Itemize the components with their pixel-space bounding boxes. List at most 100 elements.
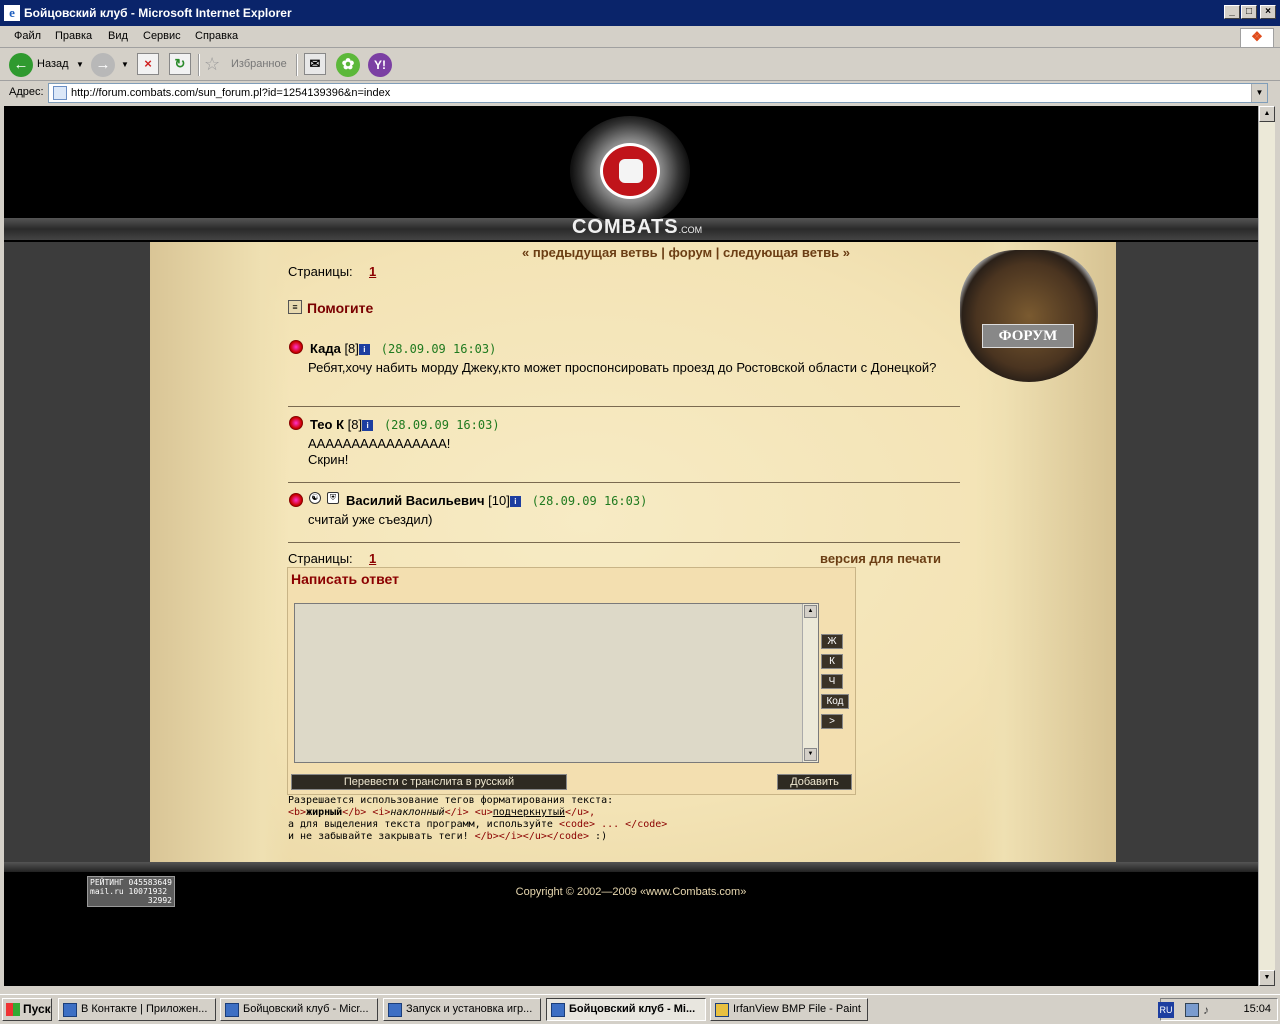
thread-navigation: « предыдущая ветвь | форум | следующая в… xyxy=(522,245,850,260)
stop-icon[interactable]: × xyxy=(137,53,159,75)
windows-logo-icon: ❖ xyxy=(1240,28,1274,48)
page-link-1[interactable]: 1 xyxy=(369,264,376,279)
clock[interactable]: 15:04 xyxy=(1243,1003,1271,1015)
post-text: Скрин! xyxy=(308,452,349,467)
combats-emblem-logo[interactable] xyxy=(570,116,690,226)
post-author[interactable]: Тео К xyxy=(310,417,344,432)
menu-file[interactable]: Файл xyxy=(14,30,41,42)
post-header: Када [8] i (28.09.09 16:03) xyxy=(310,341,496,356)
textarea-scrollbar[interactable]: ▲ ▼ xyxy=(802,604,818,762)
address-url[interactable]: http://forum.combats.com/sun_forum.pl?id… xyxy=(71,87,390,99)
taskbar: Пуск В Контакте | Приложен... Бойцовский… xyxy=(0,994,1280,1024)
system-tray: RU ♪ 15:04 xyxy=(1158,998,1278,1021)
toolbar: ← Назад ▼ → ▼ × ↻ ☆ Избранное ✉ ✿ Y! xyxy=(0,49,1280,81)
alignment-yin-yang-icon: ☯ xyxy=(309,492,321,504)
post-author[interactable]: Василий Васильевич xyxy=(346,493,485,508)
taskbar-item[interactable]: Бойцовский клуб - Micr... xyxy=(220,998,378,1021)
close-button[interactable]: × xyxy=(1260,5,1276,19)
favorites-button-label[interactable]: Избранное xyxy=(231,58,287,70)
toolbar-separator xyxy=(296,54,298,76)
next-thread-link[interactable]: следующая ветвь » xyxy=(723,245,850,260)
tag-code: <u> xyxy=(474,807,493,818)
code-button[interactable]: Код xyxy=(821,694,849,709)
bold-button[interactable]: Ж xyxy=(821,634,843,649)
language-indicator[interactable]: RU xyxy=(1158,1002,1174,1018)
minimize-button[interactable]: _ xyxy=(1224,5,1240,19)
back-arrow-icon[interactable]: ← xyxy=(9,53,33,77)
post-level: [10] xyxy=(488,493,510,508)
forum-link[interactable]: форум xyxy=(669,245,713,260)
scroll-up-icon[interactable]: ▲ xyxy=(804,605,817,618)
help-text: :) xyxy=(589,831,608,842)
mail-icon[interactable]: ✉ xyxy=(304,53,326,75)
post-date: (28.09.09 16:03) xyxy=(380,342,497,356)
post-text: Ребят,хочу набить морду Джеку,кто может … xyxy=(308,360,937,375)
page-icon xyxy=(53,86,67,100)
menu-view[interactable]: Вид xyxy=(108,30,128,42)
post-header: Тео К [8] i (28.09.09 16:03) xyxy=(310,417,500,432)
italic-button[interactable]: К xyxy=(821,654,843,669)
scroll-down-icon[interactable]: ▼ xyxy=(804,748,817,761)
tags-help-line: Разрешается использование тегов форматир… xyxy=(288,795,614,806)
help-text: а для выделения текста программ, использ… xyxy=(288,819,559,830)
taskbar-item[interactable]: В Контакте | Приложен... xyxy=(58,998,216,1021)
post-text: АААААААААААААААА! xyxy=(308,436,451,451)
underline-example: подчеркнутый xyxy=(492,807,565,818)
print-version-link[interactable]: версия для печати xyxy=(820,551,941,566)
back-button-label[interactable]: Назад xyxy=(37,58,69,70)
task-label: Бойцовский клуб - Mi... xyxy=(569,1003,696,1015)
submit-button[interactable]: Добавить xyxy=(777,774,852,790)
page-scrollbar[interactable]: ▲ ▼ xyxy=(1258,106,1275,986)
yahoo-messenger-icon[interactable]: Y! xyxy=(368,53,392,77)
quote-button[interactable]: > xyxy=(821,714,843,729)
forum-sign-emblem: ФОРУМ xyxy=(960,250,1098,382)
start-button[interactable]: Пуск xyxy=(2,998,52,1021)
ie-icon xyxy=(63,1003,77,1017)
volume-icon[interactable]: ♪ xyxy=(1203,1003,1217,1017)
translit-button[interactable]: Перевести с транслита в русский xyxy=(291,774,567,790)
taskbar-item-active[interactable]: Бойцовский клуб - Mi... xyxy=(546,998,706,1021)
tags-help-line: а для выделения текста программ, использ… xyxy=(288,819,667,831)
tag-code: </b></i></u></code> xyxy=(474,831,590,842)
info-icon[interactable]: i xyxy=(358,344,370,355)
forward-dropdown-icon[interactable]: ▼ xyxy=(121,60,129,69)
forward-arrow-icon[interactable]: → xyxy=(91,53,115,77)
combats-brand-logo[interactable]: COMBATS.COM xyxy=(552,216,722,240)
prev-thread-link[interactable]: « предыдущая ветвь xyxy=(522,245,658,260)
info-icon[interactable]: i xyxy=(509,496,521,507)
reply-title: Написать ответ xyxy=(291,571,399,587)
menu-help[interactable]: Справка xyxy=(195,30,238,42)
task-label: Бойцовский клуб - Micr... xyxy=(243,1003,369,1015)
address-input[interactable]: http://forum.combats.com/sun_forum.pl?id… xyxy=(48,83,1268,103)
post-date: (28.09.09 16:03) xyxy=(383,418,500,432)
info-icon[interactable]: i xyxy=(362,420,374,431)
refresh-icon[interactable]: ↻ xyxy=(169,53,191,75)
maximize-button[interactable]: □ xyxy=(1241,5,1257,19)
post-divider xyxy=(288,406,960,407)
window-title: Бойцовский клуб - Microsoft Internet Exp… xyxy=(24,6,292,20)
copyright-text: Copyright © 2002—2009 «www.Combats.com» xyxy=(515,886,747,898)
tag-code: </i> xyxy=(444,807,469,818)
scroll-down-icon[interactable]: ▼ xyxy=(1259,970,1275,986)
page-link-1[interactable]: 1 xyxy=(369,551,376,566)
address-dropdown-icon[interactable]: ▼ xyxy=(1251,84,1267,102)
task-label: В Контакте | Приложен... xyxy=(81,1003,208,1015)
reply-textarea[interactable]: ▲ ▼ xyxy=(294,603,819,763)
taskbar-item[interactable]: IrfanView BMP File - Paint xyxy=(710,998,868,1021)
tag-code: <i> xyxy=(372,807,391,818)
taskbar-item[interactable]: Запуск и установка игр... xyxy=(383,998,541,1021)
scroll-up-icon[interactable]: ▲ xyxy=(1259,106,1275,122)
favorites-star-icon[interactable]: ☆ xyxy=(204,54,220,75)
parchment-left-decoration xyxy=(150,242,290,862)
network-icon[interactable] xyxy=(1185,1003,1199,1017)
back-dropdown-icon[interactable]: ▼ xyxy=(76,60,84,69)
start-label: Пуск xyxy=(23,1002,51,1016)
menu-tools[interactable]: Сервис xyxy=(143,30,181,42)
icq-flower-icon[interactable]: ✿ xyxy=(336,53,360,77)
post-author[interactable]: Када xyxy=(310,341,341,356)
windows-flag-icon xyxy=(6,1003,20,1016)
window-title-bar[interactable]: e Бойцовский клуб - Microsoft Internet E… xyxy=(0,0,1280,26)
site-header: COMBATS.COM xyxy=(4,106,1258,242)
menu-edit[interactable]: Правка xyxy=(55,30,92,42)
underline-button[interactable]: Ч xyxy=(821,674,843,689)
